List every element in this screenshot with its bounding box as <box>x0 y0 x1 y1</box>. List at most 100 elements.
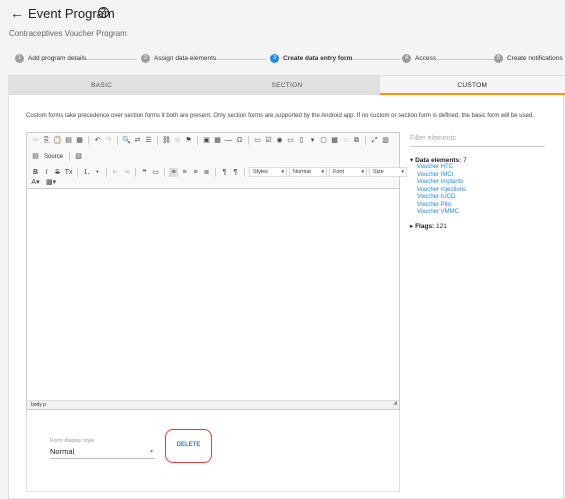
numbered-list-icon[interactable]: ⒈ <box>82 168 91 177</box>
radio-icon[interactable]: ◉ <box>275 136 284 145</box>
select-all-icon[interactable]: ☰ <box>144 136 153 145</box>
button-icon[interactable]: ▢ <box>319 136 328 145</box>
data-element-item[interactable]: Voucher Pills <box>417 202 555 210</box>
tab-basic[interactable]: BASIC <box>9 76 194 95</box>
step-number: 3 <box>270 54 279 63</box>
form-card: BASIC SECTION CUSTOM Custom forms take p… <box>8 75 565 499</box>
resize-handle-icon[interactable]: ◢ <box>393 399 397 408</box>
data-elements-group[interactable]: ▾ Data elements: 7 <box>410 156 555 164</box>
form-display-style-select[interactable]: Normal ▾ <box>50 447 155 459</box>
bulleted-list-icon[interactable]: • <box>93 168 102 177</box>
text-field-icon[interactable]: ▭ <box>286 136 295 145</box>
step-number: 1 <box>15 54 24 63</box>
text-color-icon[interactable]: A▾ <box>31 178 40 187</box>
hidden-field-icon[interactable]: ◌ <box>341 136 350 145</box>
data-element-item[interactable]: Voucher IMCI <box>417 172 555 180</box>
rtl-icon[interactable]: ¶ <box>231 168 240 177</box>
select-field-icon[interactable]: ▾ <box>308 136 317 145</box>
strikethrough-icon[interactable]: S <box>53 168 62 177</box>
step-label: Create notifications <box>507 55 563 62</box>
tab-bar: BASIC SECTION CUSTOM <box>9 76 565 95</box>
remove-format-icon[interactable]: Tx <box>64 168 73 177</box>
italic-icon[interactable]: I <box>42 168 51 177</box>
paste-text-icon[interactable]: ▤ <box>64 136 73 145</box>
find-icon[interactable]: 🔍 <box>122 136 131 145</box>
element-path[interactable]: body p <box>31 402 46 408</box>
image-button-icon[interactable]: ▩ <box>330 136 339 145</box>
redo-icon[interactable]: ↷ <box>104 136 113 145</box>
horizontal-line-icon[interactable]: ― <box>224 136 233 145</box>
align-center-icon[interactable]: ≡ <box>180 168 189 177</box>
blockquote-icon[interactable]: ❝ <box>140 168 149 177</box>
flags-label: Flags: <box>415 222 435 230</box>
editor-status-bar: body p ◢ <box>27 400 399 409</box>
bold-icon[interactable]: B <box>31 168 40 177</box>
data-element-item[interactable]: Voucher Implants <box>417 179 555 187</box>
data-element-item[interactable]: Voucher HTC <box>417 164 555 172</box>
cut-icon[interactable]: ✂ <box>31 136 40 145</box>
step-label: Add program details <box>28 55 87 62</box>
filter-elements-input[interactable]: Filter elements <box>410 132 545 147</box>
data-element-item[interactable]: Voucher Injections <box>417 187 555 195</box>
align-left-icon[interactable]: ≡ <box>169 167 178 177</box>
form-icon[interactable]: ▭ <box>253 136 262 145</box>
special-char-icon[interactable]: Ω <box>235 136 244 145</box>
data-elements-panel: Filter elements ▾ Data elements: 7 Vouch… <box>410 132 555 230</box>
show-blocks-icon[interactable]: ▥ <box>381 136 390 145</box>
step-add-program-details[interactable]: 1 Add program details <box>15 54 86 63</box>
toolbar-divider <box>244 167 245 177</box>
styles-select[interactable]: Styles <box>249 167 287 177</box>
caret-right-icon: ▸ <box>410 222 414 230</box>
stepper-connector <box>85 59 137 60</box>
step-create-data-entry-form[interactable]: 3 Create data entry form <box>270 54 352 63</box>
indent-icon[interactable]: ⇥ <box>122 168 131 177</box>
paste-word-icon[interactable]: ▦ <box>75 136 84 145</box>
step-access[interactable]: 4 Access <box>402 54 436 63</box>
toolbar-divider <box>77 167 78 177</box>
anchor-icon[interactable]: ⚑ <box>184 136 193 145</box>
outdent-icon[interactable]: ⇤ <box>111 168 120 177</box>
background-color-icon[interactable]: ▩▾ <box>46 178 56 187</box>
format-select[interactable]: Normal <box>289 167 327 177</box>
iframe-icon[interactable]: ⧉ <box>352 136 361 145</box>
data-elements-label: Data elements: <box>415 157 462 164</box>
size-select[interactable]: Size <box>369 167 407 177</box>
toolbar-divider <box>135 167 136 177</box>
textarea-icon[interactable]: ▯ <box>297 136 306 145</box>
preview-icon[interactable]: ▧ <box>74 152 83 161</box>
table-icon[interactable]: ▦ <box>213 136 222 145</box>
stepper-connector <box>437 59 495 60</box>
paste-icon[interactable]: 📋 <box>53 136 62 145</box>
chevron-down-icon: ▾ <box>149 449 153 455</box>
div-icon[interactable]: ▭ <box>151 168 160 177</box>
help-circle-icon[interactable]: ? <box>98 7 109 18</box>
data-element-item[interactable]: Voucher VMMC <box>417 209 555 217</box>
undo-icon[interactable]: ↶ <box>93 136 102 145</box>
source-icon[interactable]: ▤ <box>31 152 40 161</box>
maximize-icon[interactable]: ⤢ <box>370 136 379 145</box>
stepper-connector <box>214 59 266 60</box>
source-button[interactable]: Source <box>42 154 65 160</box>
ltr-icon[interactable]: ¶ <box>220 168 229 177</box>
align-right-icon[interactable]: ≡ <box>191 168 200 177</box>
flags-group[interactable]: ▸ Flags: 121 <box>410 222 555 230</box>
delete-button[interactable]: DELETE <box>165 429 212 463</box>
step-create-notifications[interactable]: 5 Create notifications <box>494 54 563 63</box>
top-bar: ← Event Program ? <box>0 0 565 28</box>
align-justify-icon[interactable]: ≣ <box>202 168 211 177</box>
arrow-left-icon[interactable]: ← <box>10 5 24 21</box>
copy-icon[interactable]: ⎘ <box>42 136 51 145</box>
editor-content-area[interactable] <box>27 189 399 401</box>
tab-custom[interactable]: CUSTOM <box>379 76 565 95</box>
link-icon[interactable]: ⛓ <box>162 136 171 145</box>
unlink-icon[interactable]: ⊘ <box>173 136 182 145</box>
checkbox-icon[interactable]: ☑ <box>264 136 273 145</box>
program-subtitle: Contraceptives Voucher Program <box>9 29 127 38</box>
image-icon[interactable]: ▣ <box>202 136 211 145</box>
step-assign-data-elements[interactable]: 2 Assign data elements <box>141 54 216 63</box>
data-element-item[interactable]: Voucher IUCD <box>417 194 555 202</box>
tab-section[interactable]: SECTION <box>194 76 379 95</box>
replace-icon[interactable]: ⇄ <box>133 136 142 145</box>
custom-form-info: Custom forms take precedence over sectio… <box>26 113 534 119</box>
font-select[interactable]: Font <box>329 167 367 177</box>
